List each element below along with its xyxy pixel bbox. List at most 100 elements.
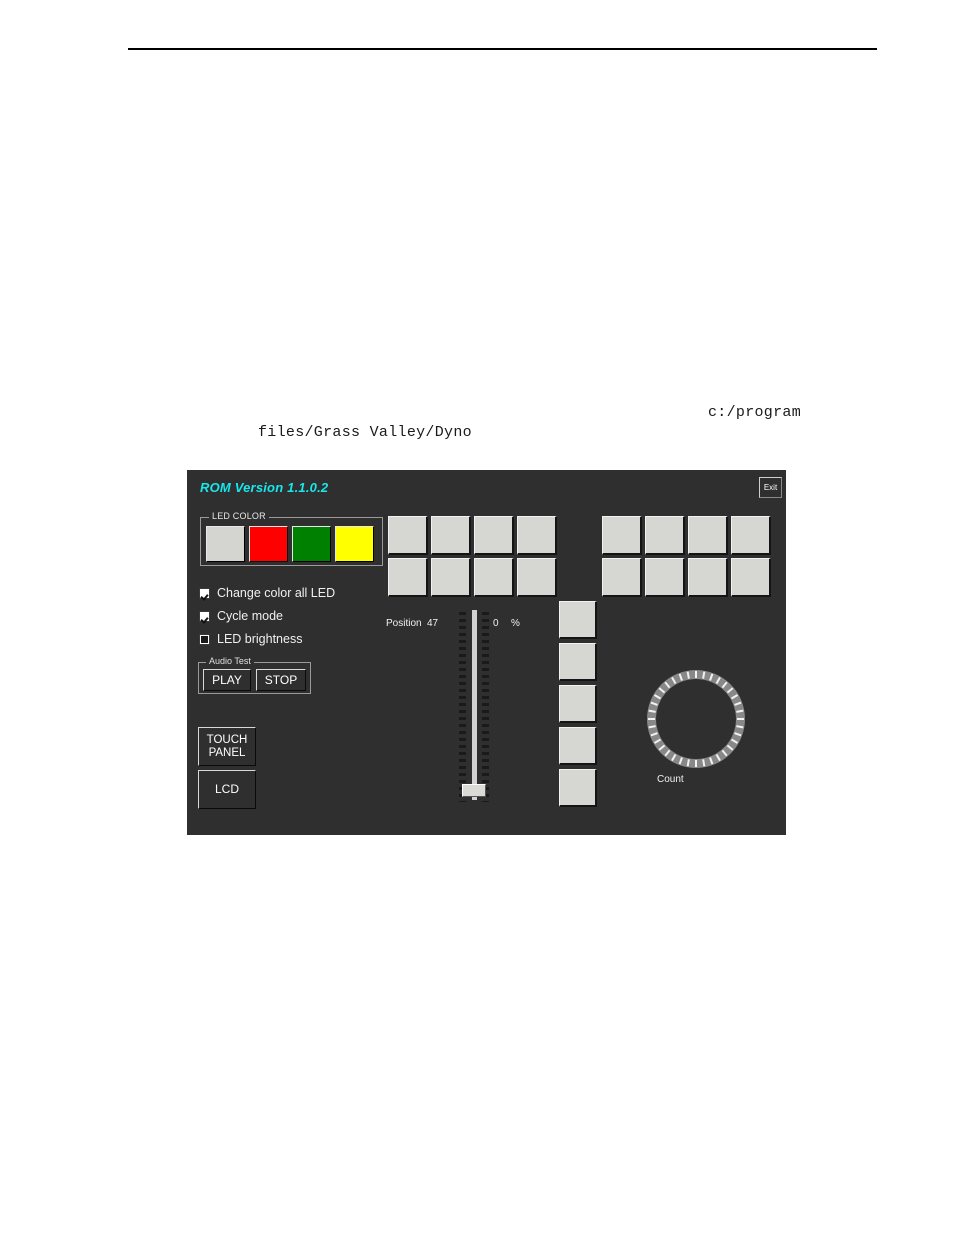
- pad-right-6[interactable]: [645, 558, 685, 597]
- checkbox-change-color-all-led[interactable]: Change color all LED: [199, 586, 335, 600]
- pad-column-2[interactable]: [559, 643, 597, 681]
- dial-tick-icon: [737, 718, 744, 720]
- pad-left-7[interactable]: [474, 558, 514, 597]
- dial-tick-icon: [678, 757, 683, 765]
- dial-tick-icon: [715, 754, 721, 762]
- dial-tick-icon: [664, 681, 671, 689]
- pad-column-3[interactable]: [559, 685, 597, 723]
- dial-tick-icon: [734, 701, 742, 706]
- count-dial[interactable]: [647, 670, 745, 768]
- pad-column-center: [559, 601, 597, 807]
- count-dial-label: Count: [657, 774, 684, 785]
- dial-tick-icon: [648, 709, 656, 713]
- slider-ticks-left-icon: [459, 612, 466, 802]
- checkbox-icon[interactable]: [199, 610, 210, 622]
- dial-tick-icon: [721, 681, 728, 689]
- audio-test-legend: Audio Test: [206, 656, 254, 666]
- checkbox-label: LED brightness: [217, 632, 303, 646]
- dial-tick-icon: [658, 744, 666, 751]
- slider-thumb[interactable]: [462, 784, 486, 797]
- led-color-swatch-red[interactable]: [249, 526, 288, 562]
- dial-tick-icon: [695, 760, 697, 767]
- count-dial-inner: [656, 679, 736, 759]
- pad-left-4[interactable]: [517, 516, 557, 555]
- dial-tick-icon: [671, 676, 677, 684]
- pad-column-4[interactable]: [559, 727, 597, 765]
- dial-tick-icon: [726, 744, 734, 751]
- fader-slider[interactable]: [451, 610, 499, 808]
- dial-tick-icon: [731, 694, 739, 700]
- dial-tick-icon: [671, 754, 677, 762]
- pad-right-5[interactable]: [602, 558, 642, 597]
- dial-tick-icon: [686, 671, 690, 679]
- dial-tick-icon: [736, 725, 744, 729]
- pad-grid-right: [602, 516, 771, 597]
- pad-right-8[interactable]: [731, 558, 771, 597]
- led-color-swatch-green[interactable]: [292, 526, 331, 562]
- checkbox-icon[interactable]: [199, 633, 210, 645]
- touch-panel-button[interactable]: TOUCH PANEL: [198, 727, 256, 766]
- position-label: Position: [386, 618, 422, 629]
- position-value: 47: [427, 618, 439, 629]
- checkbox-label: Change color all LED: [217, 586, 336, 600]
- stop-button[interactable]: STOP: [256, 669, 306, 691]
- led-color-legend: LED COLOR: [209, 511, 269, 521]
- dial-tick-icon: [715, 676, 721, 684]
- dial-tick-icon: [653, 694, 661, 700]
- dial-tick-icon: [658, 687, 666, 694]
- led-color-swatch-yellow[interactable]: [335, 526, 374, 562]
- checkbox-icon[interactable]: [199, 587, 210, 599]
- dial-tick-icon: [709, 673, 714, 681]
- dial-tick-icon: [650, 701, 658, 706]
- pad-column-5[interactable]: [559, 769, 597, 807]
- dial-tick-icon: [709, 757, 714, 765]
- pad-right-2[interactable]: [645, 516, 685, 555]
- dial-tick-icon: [678, 673, 683, 681]
- pad-right-7[interactable]: [688, 558, 728, 597]
- percent-symbol: %: [511, 618, 520, 629]
- dial-tick-icon: [648, 725, 656, 729]
- play-button[interactable]: PLAY: [203, 669, 251, 691]
- pad-left-6[interactable]: [431, 558, 471, 597]
- led-color-swatch-row: [206, 526, 374, 562]
- count-dial-group: Count: [647, 670, 767, 800]
- dial-tick-icon: [686, 759, 690, 767]
- pad-left-2[interactable]: [431, 516, 471, 555]
- dial-tick-icon: [650, 732, 658, 737]
- diagnostics-app-panel: ROM Version 1.1.0.2 Exit LED COLOR Chang…: [187, 470, 786, 835]
- dial-tick-icon: [648, 718, 655, 720]
- page-root: c:/program files/Grass Valley/Dyno ROM V…: [0, 0, 954, 1235]
- dial-tick-icon: [736, 709, 744, 713]
- dial-tick-icon: [731, 738, 739, 744]
- pad-right-1[interactable]: [602, 516, 642, 555]
- dial-tick-icon: [664, 749, 671, 757]
- led-color-group: LED COLOR: [200, 511, 383, 566]
- dial-tick-icon: [721, 749, 728, 757]
- audio-test-group: Audio Test PLAY STOP: [198, 656, 311, 694]
- dial-tick-icon: [702, 671, 706, 679]
- pad-left-8[interactable]: [517, 558, 557, 597]
- led-color-swatch-white[interactable]: [206, 526, 245, 562]
- exit-button[interactable]: Exit: [759, 477, 782, 498]
- checkbox-cycle-mode[interactable]: Cycle mode: [199, 609, 283, 623]
- rom-version-label: ROM Version 1.1.0.2: [200, 480, 329, 495]
- pad-left-5[interactable]: [388, 558, 428, 597]
- pad-grid-left: [388, 516, 557, 597]
- pad-right-4[interactable]: [731, 516, 771, 555]
- pad-right-3[interactable]: [688, 516, 728, 555]
- checkbox-led-brightness[interactable]: LED brightness: [199, 632, 302, 646]
- pad-column-1[interactable]: [559, 601, 597, 639]
- dial-tick-icon: [702, 759, 706, 767]
- dial-tick-icon: [734, 732, 742, 737]
- dial-tick-icon: [726, 687, 734, 694]
- pad-left-1[interactable]: [388, 516, 428, 555]
- checkbox-label: Cycle mode: [217, 609, 283, 623]
- path-text-line-1: c:/program: [708, 404, 802, 421]
- dial-tick-icon: [653, 738, 661, 744]
- path-text-line-2: files/Grass Valley/Dyno: [258, 424, 472, 441]
- document-header-rule: [128, 48, 877, 50]
- slider-track[interactable]: [472, 610, 477, 800]
- lcd-button[interactable]: LCD: [198, 770, 256, 809]
- pad-left-3[interactable]: [474, 516, 514, 555]
- slider-ticks-right-icon: [482, 612, 489, 802]
